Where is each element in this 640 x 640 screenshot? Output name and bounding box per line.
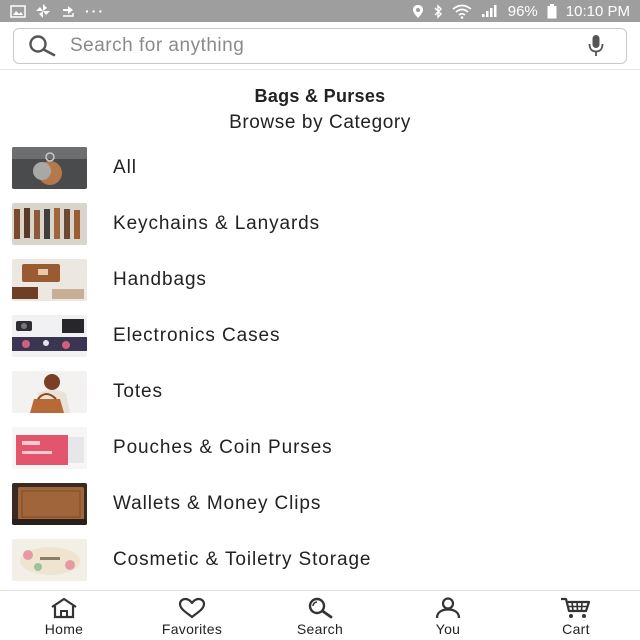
category-label: Electronics Cases — [113, 325, 281, 346]
search-icon — [305, 597, 335, 619]
status-bar: ··· 96% 10:10 PM — [0, 0, 640, 22]
category-label: Pouches & Coin Purses — [113, 437, 333, 458]
nav-label: Search — [296, 621, 344, 637]
nav-you[interactable]: You — [384, 591, 512, 640]
signal-icon — [481, 3, 499, 19]
search-icon — [28, 35, 62, 57]
mic-icon[interactable] — [584, 34, 608, 58]
category-label: Handbags — [113, 269, 207, 290]
heart-icon — [177, 597, 207, 619]
category-thumbnail-all — [12, 147, 87, 189]
search-input[interactable] — [70, 35, 584, 57]
clock: 10:10 PM — [565, 2, 630, 20]
category-thumbnail-keychains — [12, 203, 87, 245]
nav-label: Favorites — [161, 621, 223, 637]
bluetooth-icon — [433, 3, 443, 19]
category-item-electronics[interactable]: Electronics Cases — [0, 308, 640, 364]
category-item-wallets[interactable]: Wallets & Money Clips — [0, 476, 640, 532]
sync-icon — [60, 3, 76, 19]
category-label: All — [113, 157, 137, 178]
pinwheel-icon — [35, 3, 51, 19]
category-thumbnail-handbags — [12, 259, 87, 301]
category-thumbnail-cosmetic — [12, 539, 87, 581]
bottom-nav: Home Favorites Search You Cart — [0, 590, 640, 640]
category-thumbnail-electronics — [12, 315, 87, 357]
status-left: ··· — [10, 3, 105, 19]
category-item-keychains[interactable]: Keychains & Lanyards — [0, 196, 640, 252]
nav-label: You — [435, 621, 461, 637]
category-label: Wallets & Money Clips — [113, 493, 322, 514]
category-item-handbags[interactable]: Handbags — [0, 252, 640, 308]
category-label: Cosmetic & Toiletry Storage — [113, 549, 372, 570]
category-label: Totes — [113, 381, 163, 402]
search-box[interactable] — [13, 28, 627, 64]
category-item-totes[interactable]: Totes — [0, 364, 640, 420]
nav-label: Cart — [562, 621, 590, 637]
page-title: Bags & Purses — [254, 86, 386, 106]
nav-cart[interactable]: Cart — [512, 591, 640, 640]
category-item-cosmetic[interactable]: Cosmetic & Toiletry Storage — [0, 532, 640, 588]
category-item-all[interactable]: All — [0, 140, 640, 196]
category-label: Keychains & Lanyards — [113, 213, 321, 234]
nav-favorites[interactable]: Favorites — [128, 591, 256, 640]
category-header: Bags & Purses Browse by Category — [0, 86, 640, 134]
nav-search[interactable]: Search — [256, 591, 384, 640]
nav-home[interactable]: Home — [0, 591, 128, 640]
status-right: 96% 10:10 PM — [412, 3, 630, 20]
user-icon — [433, 597, 463, 619]
app-screen: ··· 96% 10:10 PM Search for anything Bag… — [0, 0, 640, 640]
battery-icon — [547, 3, 557, 19]
location-icon — [412, 3, 424, 19]
page-subtitle: Browse by Category — [229, 112, 411, 133]
category-thumbnail-pouches — [12, 427, 87, 469]
category-thumbnail-wallets — [12, 483, 87, 525]
cart-icon — [559, 597, 593, 619]
category-thumbnail-totes — [12, 371, 87, 413]
wifi-icon — [452, 3, 472, 19]
category-list: All Keychains & Lanyards Handbags Electr… — [0, 140, 640, 588]
nav-label: Home — [44, 621, 84, 637]
more-notifications: ··· — [85, 3, 105, 19]
battery-percent: 96% — [507, 2, 538, 20]
gallery-icon — [10, 3, 26, 19]
home-icon — [49, 597, 79, 619]
search-bar — [0, 22, 640, 70]
category-item-pouches[interactable]: Pouches & Coin Purses — [0, 420, 640, 476]
